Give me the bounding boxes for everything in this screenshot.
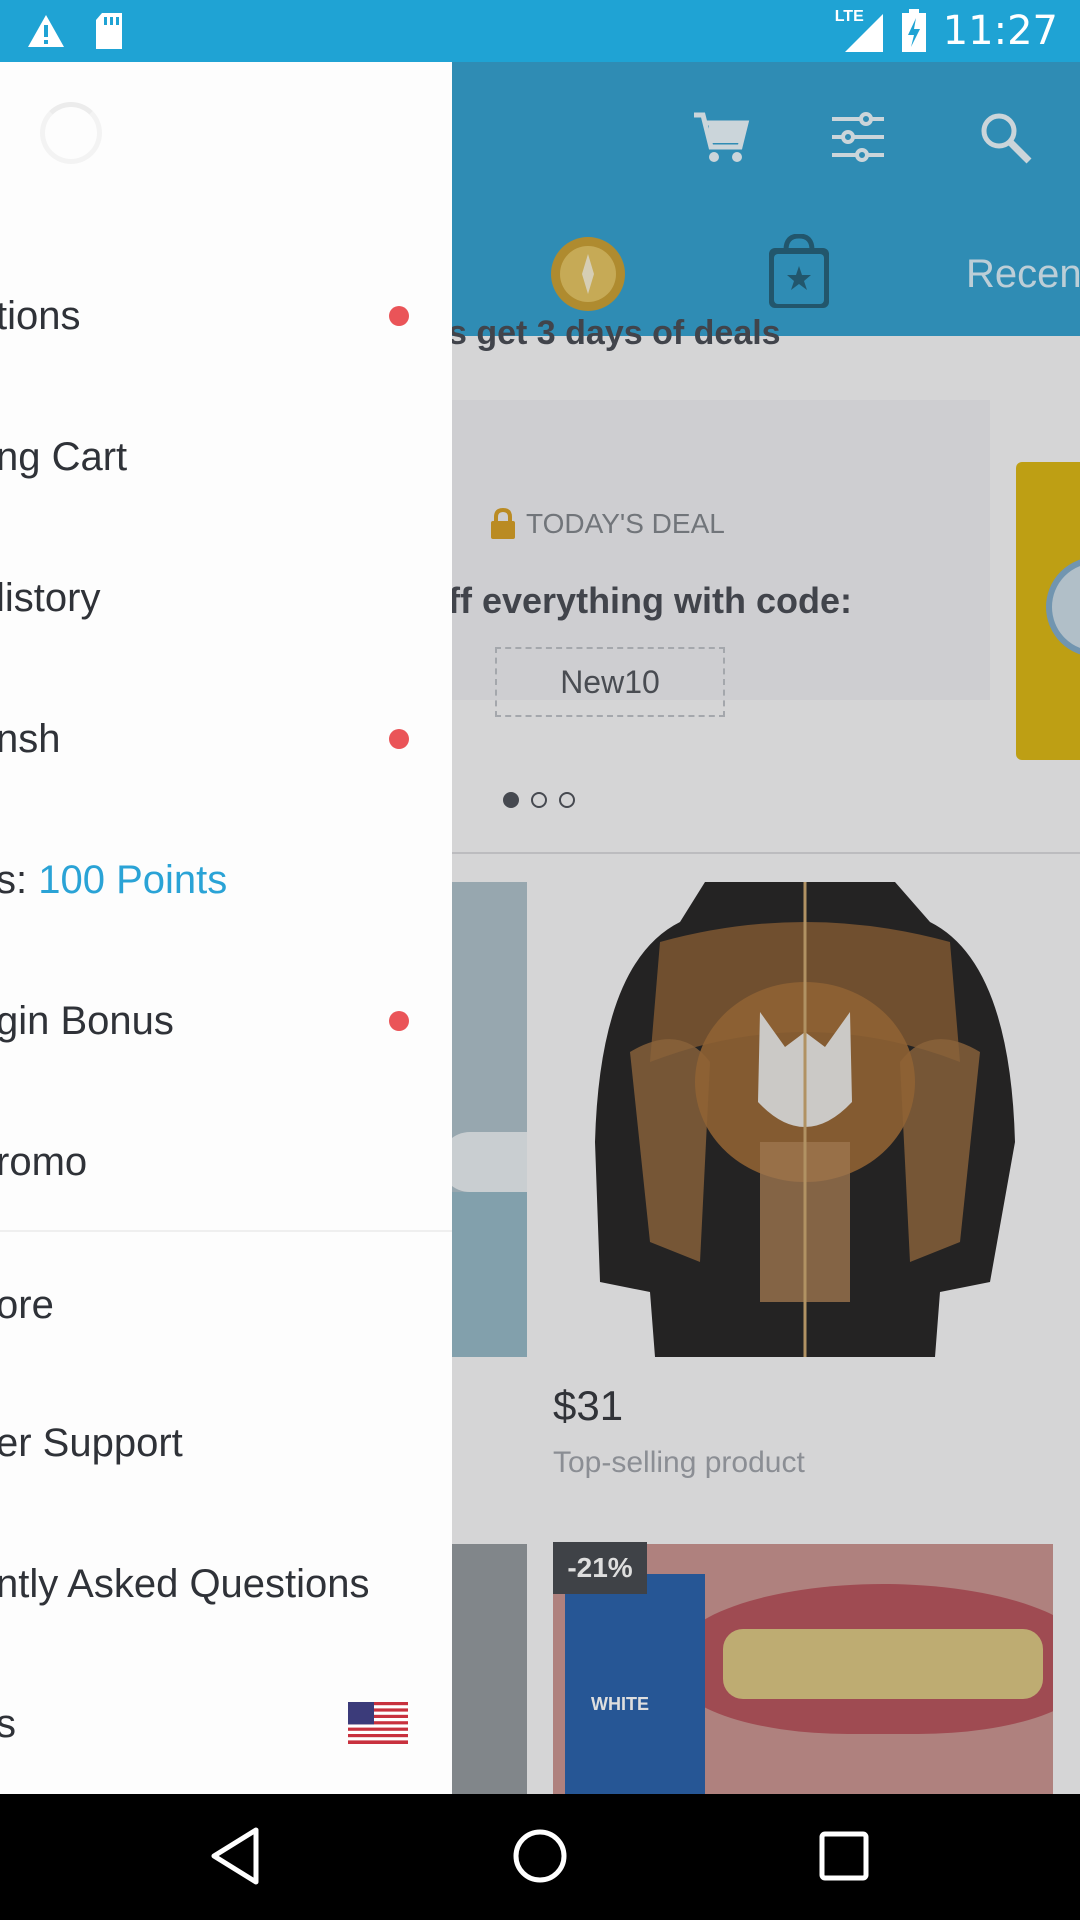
drawer-item-notifications[interactable]: tions (0, 271, 452, 361)
navigation-drawer: tions ng Cart listory nsh s: 100 Points … (0, 62, 452, 1794)
warning-icon (28, 15, 64, 47)
drawer-item-more[interactable]: ore (0, 1260, 452, 1350)
clock: 11:27 (942, 8, 1058, 54)
drawer-divider (0, 1230, 452, 1232)
rewards-points: 100 Points (38, 857, 228, 902)
drawer-item-login-bonus[interactable]: gin Bonus (0, 976, 452, 1066)
status-bar: LTE 11:27 (0, 0, 1080, 62)
drawer-item-flash[interactable]: nsh (0, 694, 452, 784)
us-flag-icon[interactable] (348, 1702, 408, 1744)
notification-dot (389, 306, 409, 326)
notification-dot (389, 1011, 409, 1031)
drawer-item-label: s: 100 Points (0, 858, 227, 903)
loading-spinner-icon (40, 102, 102, 164)
drawer-item-label: listory (0, 575, 101, 620)
recents-icon[interactable] (812, 1824, 876, 1888)
drawer-item-label: ng Cart (0, 434, 128, 479)
drawer-item-customer-support[interactable]: er Support (0, 1398, 452, 1488)
sd-card-icon (96, 13, 122, 49)
battery-charging-icon (901, 9, 926, 52)
drawer-item-label: ore (0, 1282, 54, 1327)
notification-dot (389, 729, 409, 749)
drawer-item-label: nsh (0, 716, 61, 761)
drawer-item-label: ntly Asked Questions (0, 1561, 370, 1606)
drawer-item-promo[interactable]: romo (0, 1117, 452, 1207)
home-icon[interactable] (508, 1824, 572, 1888)
system-nav-bar (0, 1794, 1080, 1920)
drawer-item-label: romo (0, 1139, 88, 1184)
signal-icon: LTE (835, 8, 885, 54)
drawer-item-faq[interactable]: ntly Asked Questions (0, 1539, 452, 1629)
drawer-item-rewards[interactable]: s: 100 Points (0, 835, 452, 925)
drawer-item-label: er Support (0, 1420, 183, 1465)
drawer-item-shopping-cart[interactable]: ng Cart (0, 412, 452, 502)
back-icon[interactable] (206, 1824, 270, 1888)
drawer-item-label: s (0, 1701, 16, 1746)
drawer-item-label: tions (0, 293, 81, 338)
rewards-prefix: s: (0, 857, 39, 902)
drawer-item-order-history[interactable]: listory (0, 553, 452, 643)
drawer-item-label: gin Bonus (0, 998, 174, 1043)
